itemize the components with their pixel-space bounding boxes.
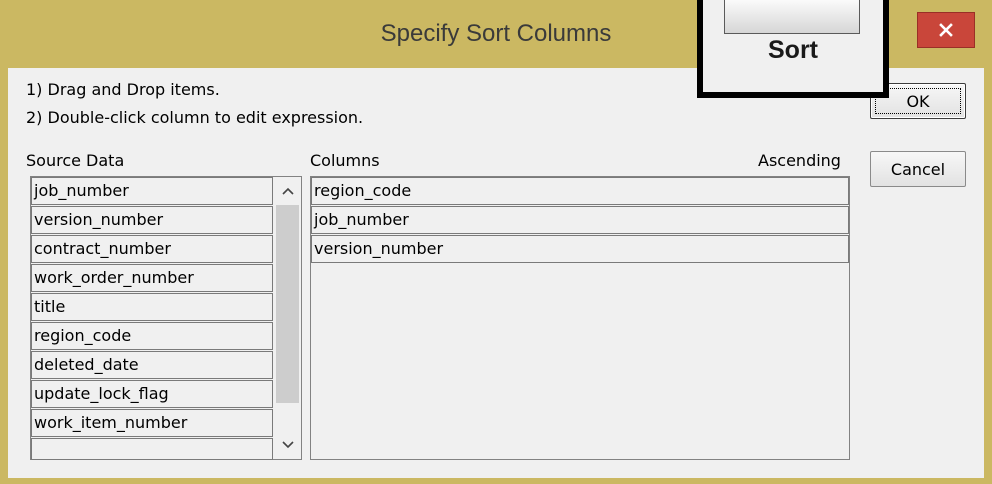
instruction-double-click: 2) Double-click column to edit expressio… — [26, 108, 364, 127]
list-item[interactable]: version_number — [311, 235, 849, 263]
ascending-label: Ascending — [758, 151, 841, 170]
scroll-up-button[interactable] — [274, 177, 301, 205]
list-item[interactable]: job_number — [311, 206, 849, 234]
chevron-down-icon — [281, 441, 294, 449]
source-scrollbar[interactable] — [274, 177, 301, 459]
list-item[interactable]: region_code — [31, 322, 273, 350]
sort-label: Sort — [768, 36, 818, 64]
chevron-up-icon — [281, 187, 294, 195]
instruction-drag-drop: 1) Drag and Drop items. — [26, 80, 220, 99]
cancel-button[interactable]: Cancel — [870, 151, 966, 187]
columns-list[interactable]: region_code job_number version_number — [310, 176, 850, 460]
list-item[interactable]: work_order_number — [31, 264, 273, 292]
columns-label: Columns — [310, 151, 380, 170]
list-item[interactable]: region_code — [311, 177, 849, 205]
cancel-button-label: Cancel — [890, 159, 946, 179]
sort-callout: Sort — [697, 0, 889, 98]
list-item[interactable]: title — [31, 293, 273, 321]
list-item[interactable]: deleted_date — [31, 351, 273, 379]
list-item[interactable]: work_item_number — [31, 409, 273, 437]
scroll-down-button[interactable] — [274, 431, 301, 459]
list-item[interactable]: job_number — [31, 177, 273, 205]
scroll-thumb[interactable] — [276, 205, 299, 403]
dialog-window: Specify Sort Columns 1) Drag and Drop it… — [0, 0, 992, 484]
dialog-body: 1) Drag and Drop items. 2) Double-click … — [8, 68, 984, 478]
sort-callout-inner: Sort — [703, 0, 883, 92]
list-item[interactable]: contract_number — [31, 235, 273, 263]
list-item[interactable]: version_number — [31, 206, 273, 234]
source-data-label: Source Data — [26, 151, 125, 170]
sort-button-preview[interactable] — [724, 0, 860, 34]
close-button[interactable] — [917, 12, 975, 48]
list-item[interactable]: update_lock_flag — [31, 380, 273, 408]
list-item[interactable] — [31, 438, 273, 460]
close-icon — [939, 23, 953, 37]
source-data-list[interactable]: job_number version_number contract_numbe… — [30, 176, 302, 460]
